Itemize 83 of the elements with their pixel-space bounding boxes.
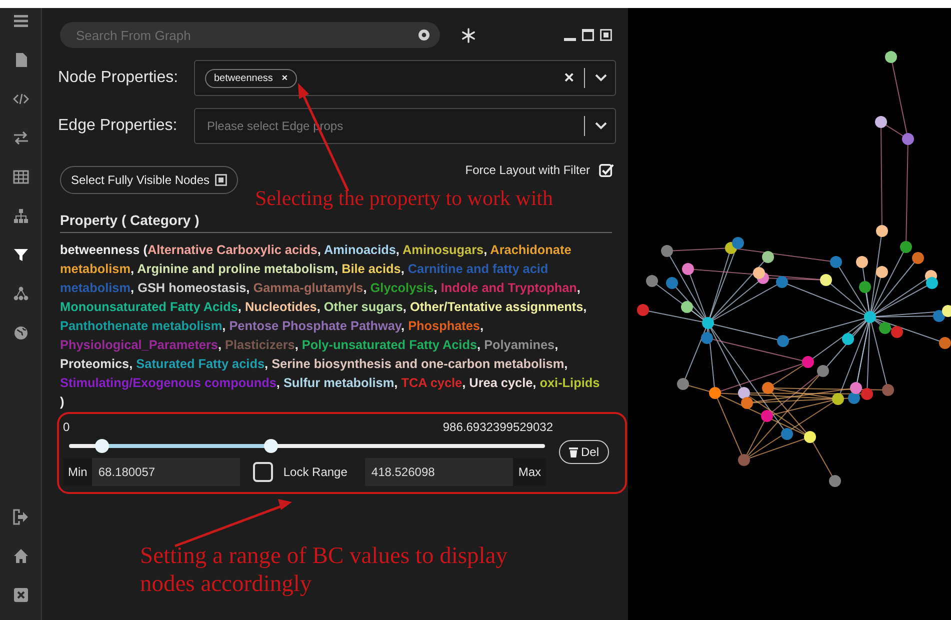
graph-node: [902, 133, 914, 145]
graph-node: [942, 305, 951, 317]
graph-node: [781, 428, 793, 440]
graph-node: [848, 392, 860, 404]
graph-node: [682, 263, 694, 275]
graph-node: [926, 277, 938, 289]
graph-node: [900, 241, 912, 253]
node-properties-label: Node Properties:: [58, 69, 180, 87]
graph-node: [864, 311, 876, 323]
graph-node: [753, 267, 765, 279]
annotation-text: Selecting the property to work with: [255, 186, 554, 210]
graph-node: [761, 410, 773, 422]
graph-node: [885, 51, 897, 63]
graph-node: [861, 388, 873, 400]
graph-node: [882, 384, 894, 396]
graph-node: [738, 454, 750, 466]
maximize-icon[interactable]: [582, 29, 594, 41]
graph-node: [891, 326, 903, 338]
node-properties-select[interactable]: betweenness × ×: [194, 60, 616, 96]
square-icon: [214, 174, 227, 186]
lock-range-label: Lock Range: [283, 465, 348, 479]
search-bar[interactable]: Search From Graph: [60, 22, 440, 48]
property-chip[interactable]: betweenness ×: [205, 68, 297, 88]
force-layout-label: Force Layout with Filter: [465, 163, 590, 177]
annotation-text: Setting a range of BC values to display nodes accordingly: [140, 542, 508, 598]
max-label: Max: [513, 458, 546, 486]
graph-node: [677, 378, 689, 390]
restore-icon[interactable]: [600, 29, 612, 41]
graph-node: [776, 276, 788, 288]
settings-icon[interactable]: [461, 28, 476, 42]
graph-node: [762, 382, 774, 394]
chevron-down-icon[interactable]: [595, 74, 607, 82]
min-label: Min: [63, 458, 92, 486]
max-input[interactable]: 418.526098: [365, 458, 514, 486]
graph-node: [912, 252, 924, 264]
graph-node: [681, 301, 693, 313]
graph-node: [802, 356, 814, 368]
graph-node: [702, 317, 714, 329]
graph-node: [829, 475, 841, 487]
graph-node: [879, 322, 891, 334]
graph-node: [646, 275, 658, 287]
graph-node: [637, 304, 649, 316]
category-legend: betweenness (Alternative Carboxylic acids, Aminoacids, Aminosugars, Arachidonate metabolism, Arginine and proline metabolism, Bile acids, Carnitine and fatty acid metabolism, GSH homeostasis, Gamma-glutamyls, Glycolysis, Indole and Tryptophan, Monounsaturated Fatty Acids, Nucleotides, Other sugars, Other/Tentative assignments, Panthothenate metabolism, Pentose Phosphate Pathway, Phosphates, Physiological_Parameters, Plasticizers, Poly-unsaturated Fatty Acids, Polyamines, Proteomics, Saturated Fatty acids, Serine biosynthesis and one-carbon metabolism, Stimulating/Exogenous compounds, Sulfur metabolism, TCA cycle, Urea cycle, oxi-Lipids ): [60, 241, 616, 412]
graph-node: [939, 337, 951, 349]
min-input[interactable]: 68.180057: [92, 458, 240, 486]
graph-node: [666, 277, 678, 289]
graph-node: [859, 281, 871, 293]
graph-node: [701, 332, 713, 344]
edge-properties-label: Edge Properties:: [58, 117, 178, 135]
clear-selection-button[interactable]: ×: [564, 68, 574, 88]
graph-node: [850, 382, 862, 394]
graph-node: [842, 333, 854, 345]
clear-icon[interactable]: [418, 29, 430, 41]
graph-node: [804, 431, 816, 443]
range-slider[interactable]: [69, 439, 545, 453]
slider-thumb[interactable]: [94, 439, 109, 453]
section-heading: Property ( Category ): [60, 212, 612, 233]
graph-node: [709, 387, 721, 399]
graph-node: [875, 116, 887, 128]
force-layout-checkbox[interactable]: [599, 162, 614, 178]
graph-node: [738, 387, 750, 399]
graph-node: [741, 397, 753, 409]
graph-node: [876, 225, 888, 237]
graph-node: [820, 274, 832, 286]
graph-node: [933, 310, 945, 322]
graph-node: [661, 245, 673, 257]
chevron-down-icon[interactable]: [595, 122, 607, 130]
graph-node: [832, 393, 844, 405]
graph-node: [762, 251, 774, 263]
delete-button[interactable]: Del: [559, 440, 610, 464]
graph-node: [830, 256, 842, 268]
trash-icon: [569, 446, 578, 458]
slider-thumb[interactable]: [264, 439, 278, 453]
search-input[interactable]: Search From Graph: [74, 26, 418, 44]
graph-node: [817, 365, 829, 377]
lock-range-checkbox[interactable]: [253, 462, 274, 482]
range-min-label: 0: [63, 420, 70, 434]
graph-node: [856, 256, 868, 268]
graph-node: [777, 335, 789, 347]
graph-node: [876, 266, 888, 278]
range-max-label: 986.6932399529032: [442, 420, 553, 434]
graph-node: [732, 237, 744, 249]
select-visible-nodes-button[interactable]: Select Fully Visible Nodes: [60, 166, 238, 194]
